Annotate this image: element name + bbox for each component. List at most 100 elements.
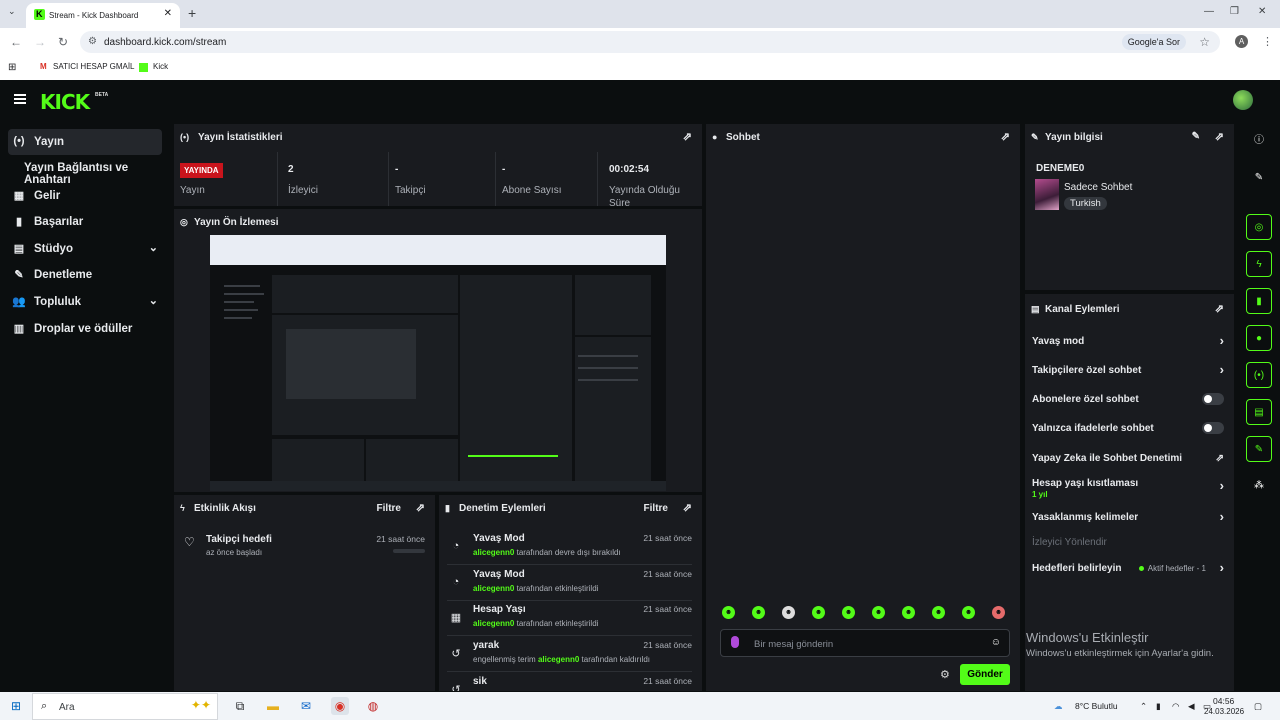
bookmark-gmail[interactable]: SATICI HESAP GMAİL — [53, 62, 135, 71]
edit-icon[interactable]: ✎ — [1192, 131, 1200, 142]
list-toggle-icon[interactable]: ▤ — [1246, 399, 1272, 425]
popout-icon[interactable]: ⇗ — [1001, 130, 1010, 143]
taskbar-search[interactable]: ⌕ Ara ✦✦ — [32, 693, 218, 720]
emote-icon[interactable]: ☻ — [842, 606, 855, 619]
close-window-icon[interactable]: ✕ — [1258, 6, 1266, 17]
chat-toggle-icon[interactable]: ● — [1246, 325, 1272, 351]
tray-overflow-icon[interactable]: ⌃ — [1140, 701, 1147, 712]
emote-icon[interactable]: ☻ — [992, 606, 1005, 619]
speaker-icon[interactable]: ◀ — [1188, 701, 1195, 712]
sidebar-item-studyo[interactable]: ▤ Stüdyo ⌄ — [8, 236, 162, 262]
activity-filter-button[interactable]: Filtre — [377, 503, 401, 514]
send-button[interactable]: Gönder — [960, 664, 1010, 685]
chat-input[interactable]: Bir mesaj gönderin ☺ — [720, 629, 1010, 657]
emote-icon[interactable]: ☻ — [962, 606, 975, 619]
moderator-name[interactable]: alicegenn0 — [473, 584, 514, 593]
apps-grid-icon[interactable]: ⊞ — [8, 62, 16, 73]
new-tab-icon[interactable]: + — [188, 5, 196, 21]
preview-toggle-icon[interactable]: ◎ — [1246, 214, 1272, 240]
moderation-filter-button[interactable]: Filtre — [644, 503, 668, 514]
bookmark-star-icon[interactable]: ☆ — [1199, 35, 1210, 49]
emote-icon[interactable]: ☻ — [782, 606, 795, 619]
minimize-icon[interactable]: — — [1204, 6, 1214, 17]
back-icon[interactable]: ← — [10, 35, 22, 49]
sidebar-item-basarilar[interactable]: ▮ Başarılar — [8, 209, 162, 235]
popout-icon[interactable]: ⇗ — [683, 501, 692, 514]
emote-icon[interactable]: ☻ — [752, 606, 765, 619]
popout-icon[interactable]: ⇗ — [1215, 130, 1224, 143]
tab-list-icon[interactable]: ⌄ — [8, 6, 16, 17]
info-icon[interactable]: ⓘ — [1246, 128, 1272, 154]
abone-sohbet-toggle[interactable] — [1202, 393, 1224, 405]
popout-icon[interactable]: ⇗ — [683, 130, 692, 143]
action-yapay-zeka[interactable]: Yapay Zeka ile Sohbet Denetimi ⇗ — [1032, 447, 1224, 471]
address-bar[interactable]: ⚙ dashboard.kick.com/stream Google'a Sor… — [80, 31, 1220, 53]
sidebar-item-denetleme[interactable]: ✎ Denetleme — [8, 262, 162, 288]
browser-toolbar: ← → ↻ ⚙ dashboard.kick.com/stream Google… — [0, 28, 1280, 56]
stat-takipci: - Takipçi — [389, 152, 496, 206]
preview-title: Yayın Ön İzlemesi — [194, 217, 279, 228]
apps-icon[interactable]: ⁂ — [1246, 473, 1272, 499]
sidebar-item-yayin[interactable]: (•) Yayın — [8, 129, 162, 155]
emote-icon[interactable]: ☻ — [872, 606, 885, 619]
moderator-name[interactable]: alicegenn0 — [538, 655, 579, 664]
obs-icon[interactable]: ◍ — [364, 697, 382, 715]
emote-icon[interactable]: ☻ — [902, 606, 915, 619]
reload-icon[interactable]: ↻ — [58, 35, 68, 49]
mic-icon[interactable] — [731, 636, 739, 648]
moderation-row-title: Yavaş Mod — [473, 533, 525, 544]
stats-panel: (•) Yayın İstatistikleri ⇗ YAYINDA Yayın… — [174, 124, 702, 209]
action-yasakli-kelimeler[interactable]: Yasaklanmış kelimeler › — [1032, 506, 1224, 530]
outlook-icon[interactable]: ✉ — [297, 697, 315, 715]
sidebar-item-topluluk[interactable]: 👥 Topluluk ⌄ — [8, 289, 162, 315]
windows-taskbar: ⊞ ⌕ Ara ✦✦ ⧉ ▬ ✉ ◉ ◍ ☁ 8°C Bulutlu ⌃ ▮ ◠… — [0, 692, 1280, 720]
clock-date[interactable]: 24.03.2026 — [1204, 707, 1244, 716]
action-hedefler[interactable]: Hedefleri belirleyin Aktif hedefler - 1 … — [1032, 557, 1224, 581]
preview-taskbar — [210, 481, 666, 491]
bolt-toggle-icon[interactable]: ϟ — [1246, 251, 1272, 277]
google-sor-button[interactable]: Google'a Sor — [1121, 34, 1186, 50]
moderator-name[interactable]: alicegenn0 — [473, 619, 514, 628]
emoji-icon[interactable]: ☺ — [991, 637, 1001, 648]
preview-line — [224, 309, 258, 311]
moderator-name[interactable]: alicegenn0 — [473, 548, 514, 557]
close-tab-icon[interactable]: ✕ — [164, 8, 172, 19]
windows-start-icon[interactable]: ⊞ — [7, 697, 25, 715]
action-yavas-mod[interactable]: Yavaş mod › — [1032, 330, 1224, 354]
browser-tab[interactable]: Stream - Kick Dashboard ✕ — [26, 3, 180, 28]
site-info-icon[interactable]: ⚙ — [88, 36, 97, 47]
sidebar-item-gelir[interactable]: ▦ Gelir — [8, 183, 162, 209]
kick-logo[interactable]: KICK — [40, 90, 90, 114]
stream-preview-image[interactable] — [210, 235, 666, 491]
popout-icon[interactable]: ⇗ — [1215, 302, 1224, 315]
clock-time[interactable]: 04:56 — [1213, 696, 1234, 706]
action-hesap-yasi[interactable]: Hesap yaşı kısıtlaması 1 yıl › — [1032, 472, 1224, 506]
broadcast-toggle-icon[interactable]: (•) — [1246, 362, 1272, 388]
category-name[interactable]: Sadece Sohbet — [1064, 182, 1132, 193]
forward-icon[interactable]: → — [34, 35, 46, 49]
pencil-icon[interactable]: ✎ — [1246, 165, 1272, 191]
file-explorer-icon[interactable]: ▬ — [264, 697, 282, 715]
chrome-icon[interactable]: ◉ — [331, 697, 349, 715]
restore-icon[interactable]: ❐ — [1230, 6, 1239, 17]
weather-text[interactable]: 8°C Bulutlu — [1075, 701, 1118, 711]
ifade-sohbet-toggle[interactable] — [1202, 422, 1224, 434]
emote-icon[interactable]: ☻ — [722, 606, 735, 619]
task-view-icon[interactable]: ⧉ — [231, 697, 249, 715]
user-avatar[interactable] — [1233, 90, 1253, 110]
document-toggle-icon[interactable]: ▮ — [1246, 288, 1272, 314]
gear-icon[interactable]: ⚙ — [940, 668, 950, 681]
notification-icon[interactable]: ▢ — [1254, 701, 1262, 712]
popout-icon[interactable]: ⇗ — [416, 501, 425, 514]
browser-menu-icon[interactable]: ⋮ — [1262, 35, 1273, 48]
mic-tray-icon[interactable]: ▮ — [1156, 701, 1161, 712]
sidebar-item-droplar[interactable]: ▥ Droplar ve ödüller — [8, 316, 162, 342]
action-takipci-sohbet[interactable]: Takipçilere özel sohbet › — [1032, 359, 1224, 383]
profile-avatar[interactable]: A — [1235, 35, 1248, 48]
bookmark-kick[interactable]: Kick — [153, 62, 168, 71]
wrench-toggle-icon[interactable]: ✎ — [1246, 436, 1272, 462]
menu-icon[interactable] — [14, 94, 26, 104]
emote-icon[interactable]: ☻ — [812, 606, 825, 619]
emote-icon[interactable]: ☻ — [932, 606, 945, 619]
wifi-icon[interactable]: ◠ — [1172, 701, 1179, 712]
